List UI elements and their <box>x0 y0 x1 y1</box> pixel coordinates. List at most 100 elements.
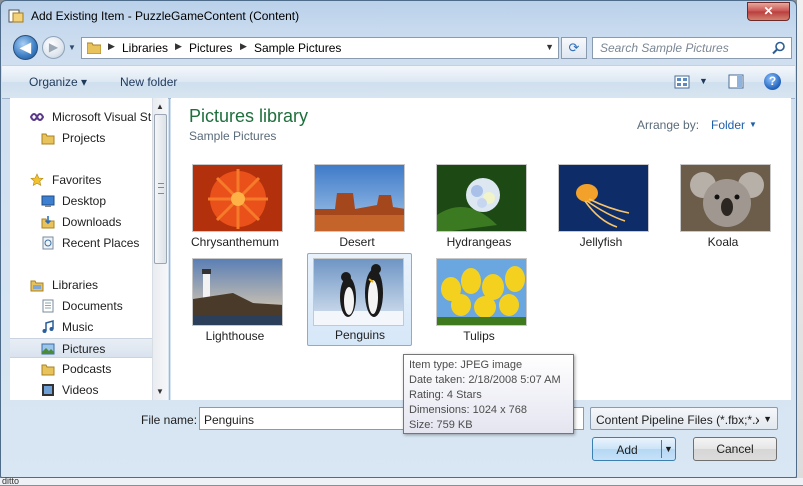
nav-item-label: Music <box>62 320 94 334</box>
nav-item-label: Favorites <box>52 173 102 187</box>
nav-item-microsoft-visual-studio[interactable]: Microsoft Visual St <box>10 107 152 127</box>
desert-image <box>314 164 405 232</box>
dialog-icon <box>8 9 24 23</box>
pane-splitter[interactable] <box>169 98 170 400</box>
file-type-filter-select[interactable]: Content Pipeline Files (*.fbx;*.x; ▼ <box>590 407 778 430</box>
thumbnail-penguins[interactable]: Penguins <box>307 253 412 346</box>
add-button[interactable]: Add ▼ <box>592 437 676 461</box>
nav-item-libraries[interactable]: Libraries <box>10 275 152 295</box>
navigation-pane: Microsoft Visual St Projects Favorites D… <box>10 98 152 400</box>
breadcrumb-pictures[interactable]: Pictures <box>189 41 232 55</box>
tooltip-rating: Rating: 4 Stars <box>409 389 482 401</box>
thumbnail-hydrangeas[interactable]: Hydrangeas <box>427 161 531 253</box>
add-existing-item-dialog: Add Existing Item - PuzzleGameContent (C… <box>0 0 797 478</box>
music-icon <box>42 320 54 333</box>
thumbnail-jellyfish[interactable]: Jellyfish <box>549 161 653 253</box>
breadcrumb-libraries[interactable]: Libraries <box>122 41 168 55</box>
thumbnail-caption: Koala <box>707 235 739 249</box>
library-title: Pictures library <box>189 106 309 126</box>
breadcrumb-sample-pictures[interactable]: Sample Pictures <box>254 41 341 55</box>
thumbnail-tulips[interactable]: Tulips <box>427 255 531 347</box>
thumbnail-chrysanthemum[interactable]: Chrysanthemum <box>183 161 287 253</box>
preview-pane-icon[interactable] <box>728 74 744 89</box>
chrysanthemum-image <box>192 164 283 232</box>
cancel-button[interactable]: Cancel <box>693 437 777 461</box>
library-subtitle: Sample Pictures <box>189 129 277 143</box>
downloads-icon <box>41 216 55 229</box>
tulips-image <box>436 258 527 326</box>
thumbnail-caption: Lighthouse <box>205 329 265 343</box>
background-window-bottom <box>0 478 803 485</box>
file-name-label: File name: <box>141 413 198 427</box>
back-button[interactable]: ◀ <box>13 35 38 60</box>
refresh-button[interactable]: ⟳ <box>561 37 587 59</box>
organize-menu[interactable]: Organize ▾ <box>29 75 87 89</box>
address-bar[interactable]: ▶ Libraries ▶ Pictures ▶ Sample Pictures… <box>81 37 559 59</box>
thumbnail-caption: Desert <box>339 235 375 249</box>
command-bar: Organize ▾ New folder ▼ ? <box>2 65 795 99</box>
nav-item-desktop[interactable]: Desktop <box>10 191 152 211</box>
nav-item-label: Videos <box>62 383 99 397</box>
breadcrumb-separator[interactable]: ▶ <box>108 41 115 52</box>
split-divider <box>661 440 662 458</box>
scroll-down-icon[interactable]: ▼ <box>156 387 164 396</box>
nav-item-pictures[interactable]: Pictures <box>10 338 152 358</box>
nav-item-label: Documents <box>62 299 123 313</box>
forward-button[interactable]: ▶ <box>42 36 65 59</box>
search-input[interactable]: Search Sample Pictures <box>592 37 792 59</box>
folder-icon <box>87 42 101 54</box>
podcasts-icon <box>41 364 55 376</box>
nav-item-music[interactable]: Music <box>10 317 152 337</box>
help-icon[interactable]: ? <box>764 73 781 90</box>
recent-pages-dropdown[interactable]: ▼ <box>68 43 76 52</box>
thumbnail-koala[interactable]: Koala <box>671 161 775 253</box>
thumbnail-desert[interactable]: Desert <box>305 161 409 253</box>
nav-item-label: Downloads <box>62 215 122 229</box>
nav-item-projects[interactable]: Projects <box>10 128 152 148</box>
title-bar[interactable]: Add Existing Item - PuzzleGameContent (C… <box>1 1 796 31</box>
scroll-up-icon[interactable]: ▲ <box>156 102 164 111</box>
documents-icon <box>42 299 54 313</box>
nav-item-documents[interactable]: Documents <box>10 296 152 316</box>
add-options-dropdown-icon[interactable]: ▼ <box>664 444 673 454</box>
address-dropdown-icon[interactable]: ▼ <box>545 42 554 52</box>
navigation-scrollbar[interactable]: ▲ ▼ <box>152 98 168 400</box>
views-icon[interactable] <box>674 75 690 89</box>
tooltip-dimensions: Dimensions: 1024 x 768 <box>409 404 528 416</box>
search-icon[interactable] <box>772 41 786 55</box>
nav-item-label: Podcasts <box>62 362 112 376</box>
thumbnail-lighthouse[interactable]: Lighthouse <box>183 255 287 347</box>
arrange-by-dropdown[interactable]: Folder <box>711 118 745 132</box>
file-type-filter-value: Content Pipeline Files (*.fbx;*.x; <box>596 413 759 427</box>
nav-item-recent-places[interactable]: Recent Places <box>10 233 152 253</box>
grip-icon <box>158 183 164 194</box>
arrange-by-label: Arrange by: <box>637 118 700 132</box>
nav-item-label: Libraries <box>52 278 99 292</box>
nav-item-downloads[interactable]: Downloads <box>10 212 152 232</box>
scrollbar-thumb[interactable] <box>154 114 167 264</box>
nav-item-label: Microsoft Visual St <box>52 110 152 124</box>
arrange-dropdown-icon[interactable]: ▼ <box>749 120 757 129</box>
tooltip-date-taken: Date taken: 2/18/2008 5:07 AM <box>409 374 561 386</box>
breadcrumb-separator[interactable]: ▶ <box>240 41 247 52</box>
thumbnail-caption: Tulips <box>463 329 495 343</box>
thumbnail-caption: Chrysanthemum <box>190 235 280 249</box>
thumbnail-caption: Penguins <box>334 328 386 342</box>
vs-icon <box>30 113 44 121</box>
close-button[interactable]: ✕ <box>747 2 790 21</box>
breadcrumb-separator[interactable]: ▶ <box>175 41 182 52</box>
search-placeholder: Search Sample Pictures <box>600 41 729 55</box>
folder-icon <box>41 133 55 145</box>
tooltip-size: Size: 759 KB <box>409 419 473 431</box>
jellyfish-image <box>558 164 649 232</box>
nav-item-favorites[interactable]: Favorites <box>10 170 152 190</box>
file-info-tooltip: Item type: JPEG image Date taken: 2/18/2… <box>403 354 574 434</box>
add-button-label: Add <box>616 443 638 457</box>
nav-item-label: Pictures <box>62 342 106 356</box>
new-folder-button[interactable]: New folder <box>120 75 177 89</box>
nav-item-podcasts[interactable]: Podcasts <box>10 359 152 379</box>
views-dropdown-icon[interactable]: ▼ <box>699 76 708 86</box>
nav-item-videos[interactable]: Videos <box>10 380 152 400</box>
libraries-icon <box>30 280 44 292</box>
nav-item-label: Projects <box>62 131 106 145</box>
